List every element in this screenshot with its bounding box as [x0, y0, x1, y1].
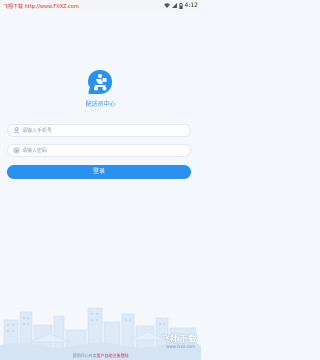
watermark-url: www.fxxz.com	[166, 344, 195, 349]
battery-icon	[178, 2, 183, 9]
status-bar: 飞翔下载 http://www.FXXZ.com 4:12	[0, 0, 201, 11]
user-icon	[13, 127, 20, 134]
footer-text: 昆明开心外卖用户自助注册登陆	[0, 353, 201, 359]
wifi-icon	[163, 3, 170, 8]
city-skyline-illustration	[0, 307, 201, 360]
login-button[interactable]: 登录	[7, 165, 191, 179]
password-input[interactable]	[22, 145, 182, 156]
delivery-scooter-icon	[88, 70, 112, 94]
phone-input[interactable]	[22, 125, 182, 136]
status-time: 4:12	[184, 2, 198, 9]
signal-icon	[171, 3, 177, 8]
status-bar-left-text: 飞翔下载 http://www.FXXZ.com	[3, 4, 79, 10]
app-logo	[87, 69, 113, 95]
status-icons: 4:12	[163, 2, 198, 9]
footer-text-prefix: 昆明开心外卖	[72, 353, 97, 358]
phone-field[interactable]	[7, 124, 191, 137]
lock-icon	[13, 147, 20, 154]
footer-text-mark: 用户自助注册登陆	[96, 353, 129, 358]
password-field[interactable]	[7, 144, 191, 157]
app-title: 配送员中心	[85, 101, 116, 108]
